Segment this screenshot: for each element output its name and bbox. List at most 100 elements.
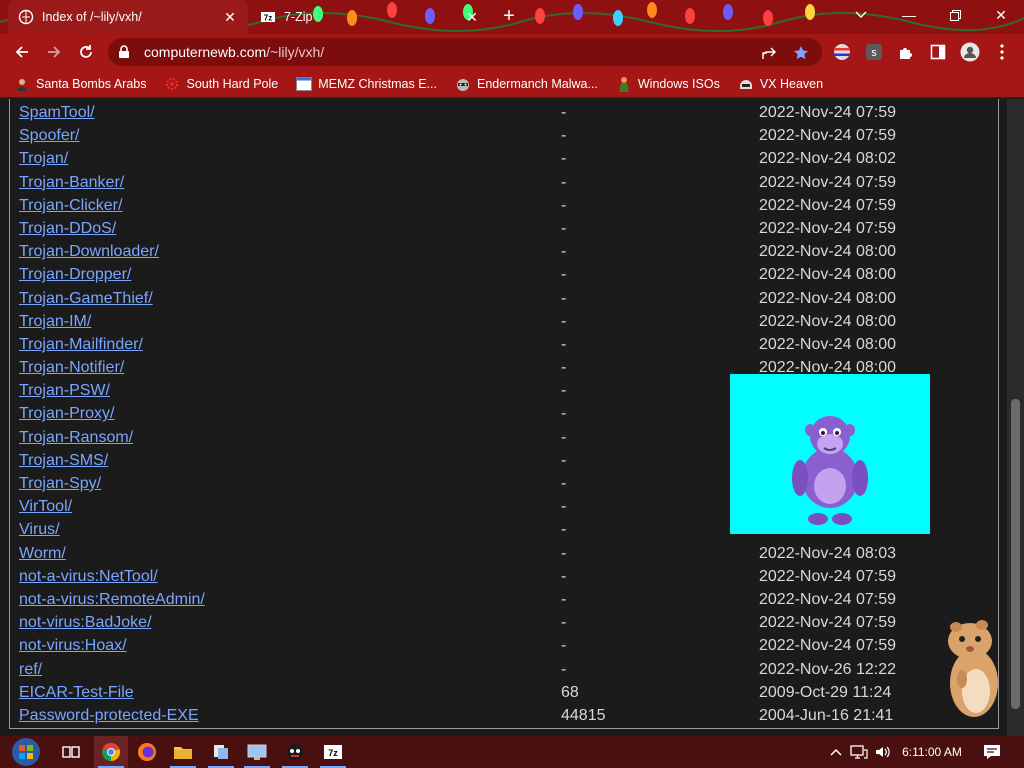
listing-size: - [561,266,567,284]
show-hidden-icons-button[interactable] [826,736,846,768]
listing-link[interactable]: Trojan-Mailfinder/ [19,336,143,354]
task-view-button[interactable] [54,736,88,768]
taskbar-chrome[interactable] [94,736,128,768]
listing-date: 2022-Nov-24 07:59 [759,127,896,145]
menu-kebab-icon[interactable] [990,40,1014,64]
listing-size: - [561,359,567,377]
listing-link[interactable]: VirTool/ [19,498,72,516]
listing-link[interactable]: Trojan-PSW/ [19,382,110,400]
bookmark-south-hard-pole[interactable]: South Hard Pole [164,76,278,92]
listing-link[interactable]: not-virus:BadJoke/ [19,614,152,632]
listing-date: 2022-Nov-24 08:00 [759,312,896,330]
forward-button[interactable] [42,40,66,64]
scrollbar-thumb[interactable] [1011,399,1020,709]
flower-icon [164,76,180,92]
bookmark-vx-heaven[interactable]: VX Heaven [738,76,823,92]
share-icon[interactable] [760,44,778,62]
notification-icon [984,745,1000,759]
listing-size: - [561,405,567,423]
taskbar-firefox[interactable] [130,736,164,768]
back-button[interactable] [10,40,34,64]
bookmark-windows-isos[interactable]: Windows ISOs [616,76,720,92]
tab-7-zip[interactable]: 7z 7-Zip ✕ [250,0,490,34]
listing-link[interactable]: Spoofer/ [19,127,79,145]
tab-search-button[interactable] [838,0,884,30]
tab-index-of-lily-vxh[interactable]: Index of /~lily/vxh/ ✕ [8,0,248,34]
bookmark-label: South Hard Pole [186,76,279,91]
table-row: Spoofer/ - 2022-Nov-24 07:59 [19,126,919,149]
bookmark-memz-christmas[interactable]: MEMZ Christmas E... [296,76,437,92]
listing-link[interactable]: Worm/ [19,545,66,563]
close-tab-icon[interactable]: ✕ [464,9,480,26]
reload-button[interactable] [74,40,98,64]
listing-link[interactable]: Password-protected-EXE [19,707,199,725]
listing-date: 2009-Oct-29 11:24 [759,683,892,701]
table-row: Trojan/ - 2022-Nov-24 08:02 [19,149,919,172]
tab-title: 7-Zip [284,10,313,24]
listing-size: - [561,451,567,469]
chevron-down-icon [855,11,867,18]
vertical-scrollbar[interactable] [1007,99,1024,736]
listing-date: 2022-Nov-24 07:59 [759,614,896,632]
listing-link[interactable]: Trojan-Proxy/ [19,405,114,423]
listing-link[interactable]: Trojan-Banker/ [19,174,124,192]
bonzi-buddy-window[interactable] [730,374,930,534]
taskbar-file-explorer[interactable] [166,736,200,768]
table-row: Trojan-Banker/ - 2022-Nov-24 07:59 [19,173,919,196]
close-window-button[interactable]: ✕ [978,0,1024,30]
listing-date: 2022-Nov-24 08:00 [759,289,896,307]
profile-avatar-icon[interactable] [958,40,982,64]
extensions-puzzle-icon[interactable] [894,40,918,64]
taskbar-app[interactable] [204,736,238,768]
listing-link[interactable]: Trojan-Ransom/ [19,429,133,447]
listing-link[interactable]: Trojan-GameThief/ [19,290,153,308]
bookmark-label: MEMZ Christmas E... [318,76,437,91]
listing-link[interactable]: Trojan-SMS/ [19,452,108,470]
extension-s-icon[interactable]: s [862,40,886,64]
action-center-button[interactable] [978,736,1006,768]
listing-link[interactable]: Trojan-Notifier/ [19,359,124,377]
close-tab-icon[interactable]: ✕ [222,9,238,26]
listing-link[interactable]: Trojan-Clicker/ [19,197,122,215]
taskbar-control-panel[interactable] [240,736,274,768]
listing-size: - [561,544,567,562]
listing-date: 2022-Nov-24 08:00 [759,266,896,284]
taskbar-clock[interactable]: 6:11:00 AM [896,736,968,768]
bookmark-santa-bombs-arabs[interactable]: Santa Bombs Arabs [14,76,146,92]
listing-date: 2022-Nov-24 07:59 [759,173,896,191]
volume-tray-button[interactable] [872,736,894,768]
address-bar[interactable]: computernewb.com/~lily/vxh/ [108,38,822,66]
listing-size: - [561,428,567,446]
network-tray-button[interactable] [848,736,870,768]
listing-link[interactable]: Trojan-Downloader/ [19,243,159,261]
lock-icon[interactable] [118,45,134,59]
restore-button[interactable] [932,0,978,30]
taskbar-bonzi[interactable] [278,736,312,768]
listing-link[interactable]: not-a-virus:RemoteAdmin/ [19,591,205,609]
url-path: /~lily/vxh/ [266,44,325,60]
bookmark-star-icon[interactable] [792,44,810,62]
listing-link[interactable]: Trojan/ [19,150,68,168]
start-button[interactable] [6,736,46,768]
listing-link[interactable]: Trojan-Dropper/ [19,266,131,284]
taskbar-7zip[interactable]: 7z [316,736,350,768]
table-row: not-a-virus:NetTool/ - 2022-Nov-24 07:59 [19,567,919,590]
listing-link[interactable]: Trojan-DDoS/ [19,220,116,238]
listing-link[interactable]: ref/ [19,661,42,679]
listing-link[interactable]: Trojan-Spy/ [19,475,101,493]
new-tab-button[interactable]: + [498,6,520,28]
listing-link[interactable]: not-a-virus:NetTool/ [19,568,158,586]
listing-link[interactable]: not-virus:Hoax/ [19,637,127,655]
listing-link[interactable]: EICAR-Test-File [19,684,134,702]
bookmark-endermanch-malware[interactable]: Endermanch Malwa... [455,76,598,92]
extension-flag-icon[interactable] [830,40,854,64]
minimize-button[interactable]: — [886,0,932,30]
hamster-desktop-pet[interactable] [940,617,1002,721]
listing-size: - [561,660,567,678]
side-panel-icon[interactable] [926,40,950,64]
listing-date: 2022-Nov-24 07:59 [759,219,896,237]
listing-size: - [561,219,567,237]
listing-link[interactable]: Trojan-IM/ [19,313,91,331]
listing-link[interactable]: Virus/ [19,521,60,539]
listing-link[interactable]: SpamTool/ [19,104,95,122]
